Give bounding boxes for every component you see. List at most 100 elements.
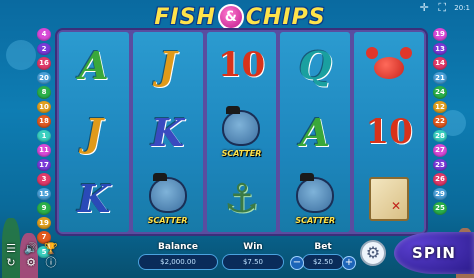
reel-cell: K [59,165,129,232]
symbol-10: 10 [365,112,413,152]
payline-badge: 13 [433,42,447,55]
symbol-k: K [77,176,111,222]
reel-cell: SCATTER [280,165,350,232]
win-group: Win $7.50 [222,242,284,272]
menu-icon[interactable]: ☰ [4,243,18,255]
paytable-icon[interactable]: 🏆 [44,243,58,255]
payline-badge: 25 [433,202,447,215]
balance-value: $2,000.00 [138,254,218,270]
map-x-icon: ✕ [391,198,402,213]
payline-badge: 20 [37,71,51,84]
payline-badge: 8 [37,86,51,99]
cursor-icon[interactable]: ✛ [418,2,430,14]
payline-badge: 9 [37,202,51,215]
reel-cell: K [133,99,203,166]
autospin-gear-button[interactable]: ⚙ [360,240,386,266]
reel-4: Q A SCATTER [280,32,351,232]
payline-badge: 10 [37,100,51,113]
symbol-j: J [158,42,177,88]
reel-cell: 10 [354,99,424,166]
balance-group: Balance $2,000.00 [138,242,218,272]
payline-badge: 26 [433,173,447,186]
payline-badge: 24 [433,86,447,99]
slot-game: FISH & CHIPS ✛ ⛶ 20:1 4 2 16 20 8 10 18 1 11 17 3 1… [0,0,474,278]
win-label: Win [243,242,263,252]
reel-cell: A [280,99,350,166]
win-value: $7.50 [222,254,284,270]
symbol-k: K [151,109,185,155]
payline-badge: 28 [433,129,447,142]
shark-icon [148,176,187,213]
bet-label: Bet [314,242,332,252]
balance-label: Balance [158,242,198,252]
bet-decrease-button[interactable]: − [290,256,304,270]
top-icons: ✛ ⛶ 20:1 [418,2,470,14]
reel-cell: Q [280,32,350,99]
symbol-crab [366,45,413,85]
crab-body-icon [374,57,405,80]
reel-3: 10 SCATTER ⚓ [206,32,277,232]
payline-badge: 3 [37,173,51,186]
shark-icon [296,176,335,213]
payline-badge: 27 [433,144,447,157]
spin-button[interactable]: SPIN [394,232,474,274]
reel-frame: A J K J K SCATTER 10 SCATTER ⚓ Q A SCATTER 10 ✕ [55,28,428,236]
bubble-decor [6,40,36,70]
hat-icon [226,106,241,114]
paylines-left: 4 2 16 20 8 10 18 1 11 17 3 15 9 19 7 5 [37,28,51,258]
symbol-treasure-map: ✕ [369,176,410,221]
logo-ampersand: & [217,4,244,30]
bet-group: Bet $2.50 − + [290,242,356,272]
scatter-label: SCATTER [221,149,262,158]
payline-badge: 12 [433,100,447,113]
reels: A J K J K SCATTER 10 SCATTER ⚓ Q A SCATTER 10 ✕ [59,32,424,232]
payline-badge: 23 [433,158,447,171]
settings-icon[interactable]: ⚙ [24,257,38,269]
info-icon[interactable]: ⓘ [44,257,58,269]
bet-value: $2.50 [302,254,344,270]
payline-badge: 17 [37,158,51,171]
payline-badge: 14 [433,57,447,70]
reel-1: AJK [59,32,129,232]
payline-badge: 11 [37,144,51,157]
symbol-a: A [300,109,331,155]
payline-badge: 19 [37,216,51,229]
scatter-label: SCATTER [147,215,188,225]
reel-cell: SCATTER [133,165,203,232]
payline-badge: 15 [37,187,51,200]
symbol-scatter-shark: SCATTER [286,172,344,225]
symbol-scatter-shark: SCATTER [212,106,270,158]
payline-badge: 1 [37,129,51,142]
logo-word-fish: FISH [154,4,216,30]
payline-badge: 19 [433,28,447,41]
symbol-q: Q [298,42,332,88]
reel-cell: SCATTER [207,99,277,166]
paylines-right: 19 13 14 21 24 12 22 28 27 23 26 29 25 [433,28,447,215]
payline-badge: 29 [433,187,447,200]
reel-cell: ⚓ [207,165,277,232]
symbol-anchor: ⚓ [223,175,260,222]
crab-claw-icon [366,47,379,60]
sound-icon[interactable]: 🔊 [24,243,38,255]
payline-badge: 22 [433,115,447,128]
crab-claw-icon [400,47,413,60]
reel-cell: A [59,32,129,99]
payline-badge: 4 [37,28,51,41]
symbol-scatter-shark: SCATTER [139,172,197,225]
shark-icon [222,110,261,146]
symbol-a: A [79,42,109,88]
autoplay-icon[interactable]: ↻ [4,257,18,269]
reel-cell: J [133,32,203,99]
symbol-10: 10 [217,45,266,86]
fullscreen-icon[interactable]: ⛶ [436,2,448,14]
clock: 20:1 [454,4,470,12]
logo-word-chips: CHIPS [245,4,326,30]
hat-icon [300,172,315,181]
bet-increase-button[interactable]: + [342,256,356,270]
payline-badge: 18 [37,115,51,128]
reel-cell: ✕ [354,165,424,232]
reel-2: J K SCATTER [132,32,203,232]
payline-badge: 2 [37,42,51,55]
symbol-j: J [84,109,103,155]
hat-icon [152,172,167,181]
